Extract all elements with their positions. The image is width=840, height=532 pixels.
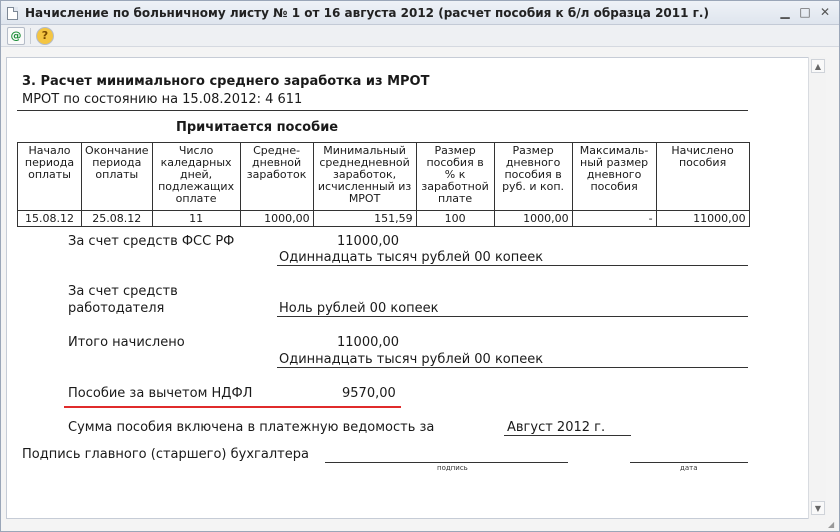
cell-avg-earnings: 1000,00	[239, 210, 314, 227]
col-header-accrued: Начислено пособия	[655, 142, 750, 211]
cell-accrued: 11000,00	[655, 210, 750, 227]
vertical-scrollbar[interactable]: ▲ ▼	[808, 57, 826, 519]
employer-label-1: За счет средств	[68, 284, 178, 299]
resize-grip-icon[interactable]: ◢	[828, 520, 838, 530]
employer-line	[277, 316, 748, 317]
section-divider	[17, 110, 748, 111]
employer-label-2: работодателя	[68, 301, 165, 316]
window-title: Начисление по больничному листу № 1 от 1…	[25, 6, 709, 20]
date-line	[630, 462, 748, 463]
fss-in-words: Одиннадцать тысяч рублей 00 копеек	[279, 250, 544, 265]
total-amount: 11000,00	[337, 335, 400, 350]
total-in-words: Одиннадцать тысяч рублей 00 копеек	[279, 352, 544, 367]
total-line	[277, 367, 748, 368]
cell-days: 11	[151, 210, 241, 227]
cell-min-earnings: 151,59	[312, 210, 417, 227]
fss-line	[277, 265, 748, 266]
signature-line	[325, 462, 568, 463]
cell-percent: 100	[415, 210, 495, 227]
net-highlight-underline	[64, 406, 401, 408]
mrot-line: МРОТ по состоянию на 15.08.2012: 4 611	[22, 92, 303, 107]
scroll-up-icon[interactable]: ▲	[811, 59, 825, 73]
col-header-days: Число каледарных дней, подлежащих оплате	[151, 142, 241, 211]
benefit-table: Начало периода оплаты Окончание периода …	[17, 142, 750, 227]
signature-caption: подпись	[437, 464, 468, 472]
cell-daily-benefit: 1000,00	[493, 210, 573, 227]
fss-amount: 11000,00	[337, 234, 400, 249]
cell-max-daily: -	[571, 210, 657, 227]
employer-in-words: Ноль рублей 00 копеек	[279, 301, 439, 316]
fss-label: За счет средств ФСС РФ	[68, 234, 235, 249]
document-icon	[7, 7, 18, 20]
cell-start: 15.08.12	[17, 210, 82, 227]
col-header-start: Начало периода оплаты	[17, 142, 82, 211]
col-header-max-daily: Максималь-ный размер дневного пособия	[571, 142, 657, 211]
table-row: 15.08.12 25.08.12 11 1000,00 151,59 100 …	[17, 210, 750, 227]
net-amount: 9570,00	[342, 386, 396, 401]
date-caption: дата	[680, 464, 698, 472]
toolbar: @ ?	[1, 25, 839, 47]
total-label: Итого начислено	[68, 335, 185, 350]
section-title: 3. Расчет минимального среднего заработк…	[22, 74, 430, 89]
net-label: Пособие за вычетом НДФЛ	[68, 386, 253, 401]
print-preview-icon[interactable]: @	[7, 27, 25, 45]
col-header-end: Окончание периода оплаты	[81, 142, 153, 211]
title-bar[interactable]: Начисление по больничному листу № 1 от 1…	[1, 1, 839, 25]
payroll-label: Сумма пособия включена в платежную ведом…	[68, 420, 435, 435]
table-title: Причитается пособие	[176, 120, 339, 135]
payroll-value: Август 2012 г.	[507, 420, 606, 435]
signature-label: Подпись главного (старшего) бухгалтера	[22, 447, 309, 462]
close-button[interactable]: ✕	[815, 4, 835, 21]
minimize-button[interactable]: ▁	[775, 4, 795, 21]
payroll-line	[504, 435, 631, 436]
toolbar-separator	[30, 28, 31, 44]
help-icon[interactable]: ?	[36, 27, 54, 45]
col-header-daily-benefit: Размер дневного пособия в руб. и коп.	[493, 142, 573, 211]
cell-end: 25.08.12	[81, 210, 153, 227]
col-header-percent: Размер пособия в % к заработной плате	[415, 142, 495, 211]
scroll-down-icon[interactable]: ▼	[811, 501, 825, 515]
col-header-avg-earnings: Средне-дневной заработок	[239, 142, 314, 211]
col-header-min-earnings: Минимальный среднедневной заработок, исч…	[312, 142, 417, 211]
maximize-button[interactable]: □	[795, 4, 815, 21]
